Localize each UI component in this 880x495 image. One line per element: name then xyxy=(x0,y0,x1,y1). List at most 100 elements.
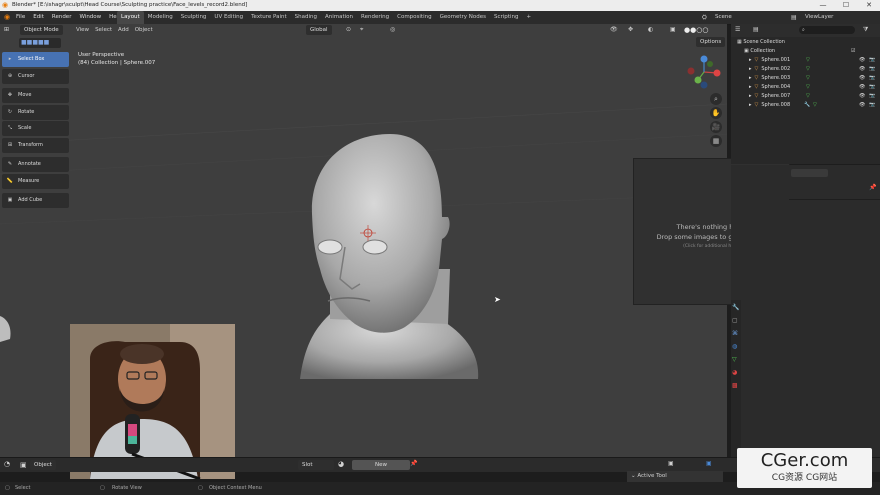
tab-scripting[interactable]: Scripting xyxy=(490,11,522,24)
shading-solid-icon[interactable]: ●●○○ xyxy=(684,25,708,35)
tab-uv-editing[interactable]: UV Editing xyxy=(210,11,247,24)
hide-eye-icon[interactable]: 👁 xyxy=(859,65,865,74)
tab-modeling[interactable]: Modeling xyxy=(144,11,177,24)
modifier-tab-icon[interactable]: ⌘ xyxy=(732,330,738,337)
list-item[interactable]: ▸ ▽ Sphere.004 ▽ 👁 📷 xyxy=(731,83,880,92)
active-tool-panel[interactable]: ⌄ Active Tool xyxy=(627,471,723,482)
outliner-search-input[interactable]: ⌕ xyxy=(799,26,855,34)
texture-tab-icon[interactable]: ▩ xyxy=(732,382,738,389)
tab-texture-paint[interactable]: Texture Paint xyxy=(247,11,291,24)
snap-icon[interactable]: ⌖ xyxy=(360,25,363,35)
menu-add[interactable]: Add xyxy=(118,27,129,33)
render-preview-icon[interactable]: ▣ xyxy=(668,460,674,467)
collection-checkbox[interactable]: ☑ xyxy=(851,47,855,56)
ortho-grid-icon[interactable]: ▦ xyxy=(710,135,722,147)
list-item[interactable]: ▸ ▽ Sphere.002 ▽ 👁 📷 xyxy=(731,65,880,74)
render-camera-icon[interactable]: 📷 xyxy=(869,74,875,83)
maximize-button[interactable]: ☐ xyxy=(835,0,857,11)
tab-animation[interactable]: Animation xyxy=(321,11,357,24)
menu-edit[interactable]: Edit xyxy=(29,11,48,24)
menu-object[interactable]: Object xyxy=(135,27,153,33)
gizmo-icon[interactable]: ✥ xyxy=(628,25,633,35)
orientation-selector[interactable]: Global xyxy=(306,25,332,35)
tool-select-box[interactable]: ▸ Select Box xyxy=(2,52,69,67)
material-browse-icon[interactable]: ◕ xyxy=(338,460,344,468)
material-tab-icon[interactable]: ◕ xyxy=(732,369,737,376)
tool-add-cube[interactable]: ▣ Add Cube xyxy=(2,193,69,208)
list-item[interactable]: ▸ ▽ Sphere.007 ▽ 👁 📷 xyxy=(731,92,880,101)
hide-eye-icon[interactable]: 👁 xyxy=(859,56,865,65)
tool-tab-icon[interactable]: 🔧 xyxy=(732,304,739,311)
menu-select[interactable]: Select xyxy=(95,27,112,33)
tool-annotate[interactable]: ✎ Annotate xyxy=(2,157,69,172)
options-button[interactable]: Options xyxy=(696,37,726,47)
collection-row[interactable]: ▣ Collection ☑ xyxy=(731,47,880,56)
camera-view-icon[interactable]: 🎥 xyxy=(710,121,722,133)
new-material-button[interactable]: New xyxy=(352,460,410,470)
select-mode-icon[interactable]: ■■■■■ xyxy=(19,39,49,46)
hide-eye-icon[interactable]: 👁 xyxy=(859,83,865,92)
close-button[interactable]: ✕ xyxy=(858,0,880,11)
proportional-edit-icon[interactable]: ◎ xyxy=(390,25,395,35)
xray-icon[interactable]: ▣ xyxy=(670,25,676,35)
tab-sculpting[interactable]: Sculpting xyxy=(177,11,211,24)
pan-hand-icon[interactable]: ✋ xyxy=(710,107,722,119)
mode-selector[interactable]: Object Mode xyxy=(20,25,63,35)
hide-eye-icon[interactable]: 👁 xyxy=(859,74,865,83)
physics-tab-icon[interactable]: ◍ xyxy=(732,343,737,350)
tab-compositing[interactable]: Compositing xyxy=(393,11,435,24)
render-camera-icon[interactable]: 📷 xyxy=(869,65,875,74)
list-item[interactable]: ▸ ▽ Sphere.003 ▽ 👁 📷 xyxy=(731,74,880,83)
expand-icon[interactable]: ▸ xyxy=(731,75,752,81)
render-camera-icon[interactable]: 📷 xyxy=(869,92,875,101)
overlay-icon[interactable]: ◐ xyxy=(648,25,653,35)
tool-measure[interactable]: 📏 Measure xyxy=(2,174,69,189)
menu-view[interactable]: View xyxy=(76,27,89,33)
outliner-editor-icon[interactable]: ☰ xyxy=(735,26,740,33)
pin-icon[interactable]: 📌 xyxy=(869,184,876,191)
pivot-icon[interactable]: ⊙ xyxy=(346,25,351,35)
add-workspace-button[interactable]: + xyxy=(522,11,535,24)
tool-scale[interactable]: ⤡ Scale xyxy=(2,121,69,136)
hide-eye-icon[interactable]: 👁 xyxy=(859,101,865,110)
tab-layout[interactable]: Layout xyxy=(117,11,144,24)
scene-collection-row[interactable]: ▦ Scene Collection xyxy=(731,38,880,47)
expand-icon[interactable]: ▸ xyxy=(731,66,752,72)
display-mode-icon[interactable]: ▤ xyxy=(753,26,759,33)
menu-window[interactable]: Window xyxy=(75,11,105,24)
tab-rendering[interactable]: Rendering xyxy=(357,11,393,24)
filter-icon[interactable]: ⧩ xyxy=(863,26,868,34)
tool-cursor[interactable]: ⊕ Cursor xyxy=(2,69,69,84)
select-mode-buttons[interactable]: ■■■■■ xyxy=(19,38,61,48)
properties-search[interactable] xyxy=(791,169,828,177)
tab-geometry-nodes[interactable]: Geometry Nodes xyxy=(436,11,490,24)
expand-icon[interactable]: ▸ xyxy=(731,57,752,63)
view-toggle-icon[interactable]: ▣ xyxy=(706,460,712,467)
slot-selector[interactable]: Slot xyxy=(298,460,334,470)
editor-type-icon[interactable]: ◔ xyxy=(4,460,10,468)
minimize-button[interactable]: — xyxy=(812,0,834,11)
tool-rotate[interactable]: ↻ Rotate xyxy=(2,105,69,120)
hide-eye-icon[interactable]: 👁 xyxy=(859,92,865,101)
partial-object[interactable] xyxy=(0,314,14,344)
object-tab-icon[interactable]: ▢ xyxy=(732,317,738,324)
pin-icon[interactable]: 📌 xyxy=(410,460,417,467)
zoom-icon[interactable]: ⌕ xyxy=(710,93,722,105)
data-tab-icon[interactable]: ▽ xyxy=(732,356,737,363)
expand-icon[interactable]: ▸ xyxy=(731,93,752,99)
render-camera-icon[interactable]: 📷 xyxy=(869,101,875,110)
tool-transform[interactable]: ⊞ Transform xyxy=(2,138,69,153)
list-item[interactable]: ▸ ▽ Sphere.001 ▽ 👁 📷 xyxy=(731,56,880,65)
render-camera-icon[interactable]: 📷 xyxy=(869,83,875,92)
editor-type-icon[interactable]: ⊞ xyxy=(4,26,9,33)
list-item[interactable]: ▸ ▽ Sphere.008 🔧 ▽ 👁 📷 xyxy=(731,101,880,110)
view-layer-selector[interactable]: ViewLayer xyxy=(805,11,833,24)
scene-selector[interactable]: Scene xyxy=(715,11,732,24)
tool-move[interactable]: ✥ Move xyxy=(2,88,69,103)
menu-file[interactable]: File xyxy=(12,11,29,24)
head-sculpt[interactable] xyxy=(290,129,490,384)
menu-render[interactable]: Render xyxy=(48,11,76,24)
tab-shading[interactable]: Shading xyxy=(291,11,321,24)
object-mode-selector[interactable]: Object xyxy=(30,460,56,470)
blender-menu-icon[interactable]: ◉ xyxy=(4,11,10,24)
